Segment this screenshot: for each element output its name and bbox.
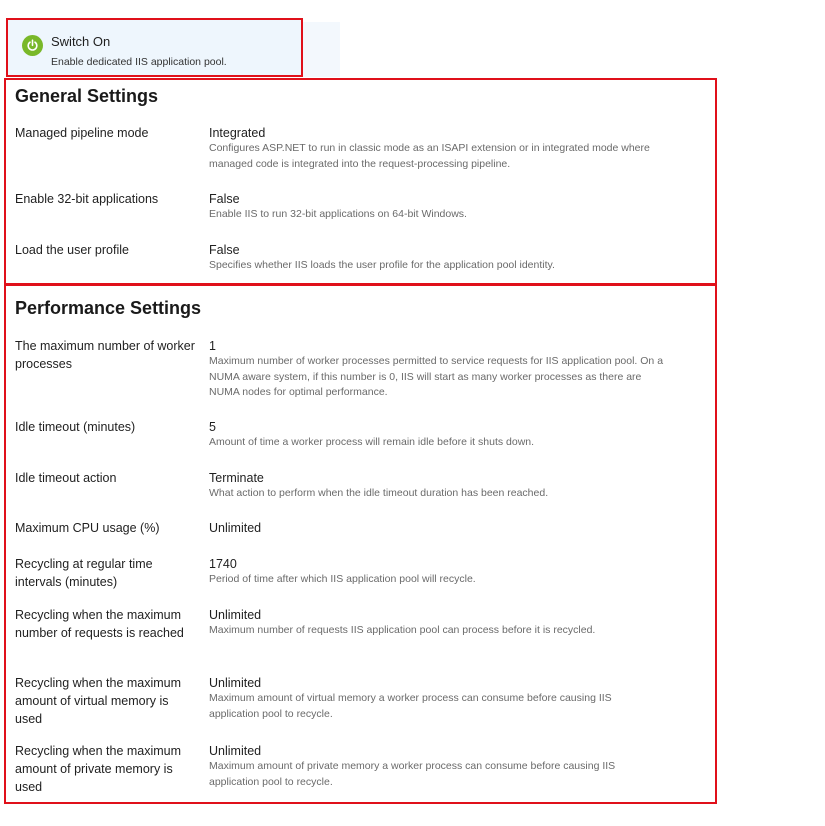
setting-description: Amount of time a worker process will rem… [209, 436, 535, 448]
setting-value: 1 [209, 339, 216, 353]
setting-value: False [209, 243, 240, 257]
general-settings-section: General Settings Managed pipeline mode I… [4, 78, 717, 285]
setting-value: Terminate [209, 471, 264, 485]
setting-label: Idle timeout (minutes) [15, 420, 136, 434]
setting-label: Recycling when the maximum number of req… [15, 608, 184, 640]
setting-description: Specifies whether IIS loads the user pro… [209, 259, 555, 271]
setting-value: 5 [209, 420, 216, 434]
setting-description: Maximum number of requests IIS applicati… [209, 624, 596, 636]
section-title-general: General Settings [15, 86, 159, 106]
setting-description: Enable IIS to run 32-bit applications on… [209, 208, 467, 220]
setting-description: Period of time after which IIS applicati… [209, 573, 476, 585]
setting-value: 1740 [209, 557, 237, 571]
setting-value: Integrated [209, 126, 266, 140]
setting-value: Unlimited [209, 676, 262, 690]
setting-label: The maximum number of worker processes [15, 339, 195, 371]
performance-settings-section: Performance Settings The maximum number … [4, 284, 717, 804]
setting-label: Recycling when the maximum amount of vir… [15, 676, 182, 726]
switch-on-option[interactable]: Switch On Enable dedicated IIS applicati… [6, 18, 303, 77]
setting-value: False [209, 192, 240, 206]
power-icon [22, 35, 43, 56]
switch-title: Switch On [51, 34, 111, 49]
setting-label: Enable 32-bit applications [15, 192, 159, 206]
section-title-performance: Performance Settings [15, 298, 202, 318]
setting-label: Idle timeout action [15, 471, 117, 485]
setting-label: Recycling at regular time intervals (min… [15, 557, 153, 589]
setting-description: Maximum number of worker processes permi… [209, 355, 664, 398]
setting-value: Unlimited [209, 521, 262, 535]
setting-label: Managed pipeline mode [15, 126, 149, 140]
switch-panel-background [303, 22, 340, 77]
setting-value: Unlimited [209, 608, 262, 622]
switch-description: Enable dedicated IIS application pool. [51, 56, 227, 68]
link-fragment [100, 0, 170, 2]
setting-label: Recycling when the maximum amount of pri… [15, 744, 182, 794]
setting-description: Maximum amount of virtual memory a worke… [209, 692, 612, 720]
setting-label: Load the user profile [15, 243, 129, 257]
setting-label: Maximum CPU usage (%) [15, 521, 160, 535]
setting-description: Maximum amount of private memory a worke… [209, 760, 616, 788]
setting-description: What action to perform when the idle tim… [209, 487, 549, 499]
setting-value: Unlimited [209, 744, 262, 758]
setting-description: Configures ASP.NET to run in classic mod… [209, 142, 650, 170]
